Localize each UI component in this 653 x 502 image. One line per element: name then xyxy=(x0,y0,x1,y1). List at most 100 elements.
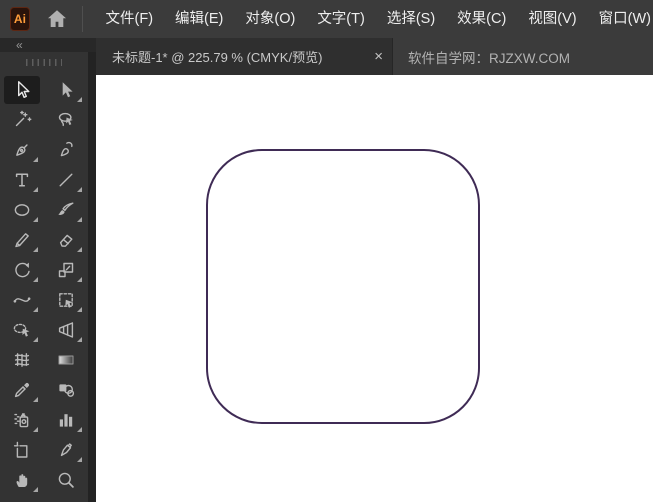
mesh-tool[interactable] xyxy=(4,346,40,374)
flyout-triangle-icon xyxy=(77,277,82,282)
perspective-grid-tool-icon xyxy=(58,322,74,338)
selection-tool[interactable] xyxy=(4,76,40,104)
shape-builder-tool-icon xyxy=(13,323,30,337)
column-graph-tool[interactable] xyxy=(48,406,84,434)
slice-tool[interactable] xyxy=(48,436,84,464)
magic-wand-tool[interactable] xyxy=(4,106,40,134)
watermark-text: 软件自学网：RJZXW.COM xyxy=(408,50,570,66)
tab-bar: 未标题-1* @ 225.79 % (CMYK/预览) × 软件自学网：RJZX… xyxy=(96,38,653,75)
home-icon xyxy=(47,10,66,27)
menu-item-3[interactable]: 文字(T) xyxy=(315,0,367,38)
type-tool-icon xyxy=(15,173,29,187)
free-transform-tool-icon xyxy=(59,293,73,308)
magic-wand-tool-icon xyxy=(15,110,32,127)
width-tool-icon xyxy=(13,297,31,303)
eraser-tool-icon xyxy=(59,234,73,247)
direct-selection-tool[interactable] xyxy=(48,76,84,104)
flyout-triangle-icon xyxy=(77,217,82,222)
document-tab[interactable]: 未标题-1* @ 225.79 % (CMYK/预览) × xyxy=(96,38,393,75)
ellipse-tool[interactable] xyxy=(4,196,40,224)
artboard-tool[interactable] xyxy=(4,436,40,464)
column-graph-tool-icon xyxy=(59,414,73,427)
drag-dots-icon xyxy=(26,58,62,66)
menu-items: 文件(F) 编辑(E) 对象(O) 文字(T) 选择(S) 效果(C) 视图(V) 窗口(W) xyxy=(104,0,653,38)
zoom-tool[interactable] xyxy=(48,466,84,494)
panel-drag-handle[interactable] xyxy=(0,52,88,72)
flyout-triangle-icon xyxy=(33,427,38,432)
flyout-triangle-icon xyxy=(33,487,38,492)
tools-panel: « xyxy=(0,38,96,502)
gradient-tool[interactable] xyxy=(48,346,84,374)
zoom-tool-icon xyxy=(58,472,74,488)
shaper-tool[interactable] xyxy=(4,226,40,254)
scale-tool[interactable] xyxy=(48,256,84,284)
hand-tool-icon xyxy=(16,474,28,487)
free-transform-tool[interactable] xyxy=(48,286,84,314)
direct-selection-tool-icon xyxy=(62,82,73,98)
menu-item-0[interactable]: 文件(F) xyxy=(104,0,156,38)
eraser-tool[interactable] xyxy=(48,226,84,254)
eyedropper-tool-icon xyxy=(14,383,29,398)
flyout-triangle-icon xyxy=(33,397,38,402)
rotate-tool[interactable] xyxy=(4,256,40,284)
width-tool[interactable] xyxy=(4,286,40,314)
menubar-separator xyxy=(81,6,83,32)
lasso-tool-icon xyxy=(58,112,73,127)
ai-logo: Ai xyxy=(10,7,30,31)
gradient-tool-icon xyxy=(58,355,74,365)
tools-panel-header: « xyxy=(0,38,96,52)
curvature-tool[interactable] xyxy=(48,136,84,164)
artboard-tool-icon xyxy=(13,441,28,458)
menu-item-7[interactable]: 窗口(W) xyxy=(597,0,653,38)
flyout-triangle-icon xyxy=(77,457,82,462)
paintbrush-tool[interactable] xyxy=(48,196,84,224)
blend-tool[interactable] xyxy=(48,376,84,404)
menu-item-1[interactable]: 编辑(E) xyxy=(173,0,225,38)
type-tool[interactable] xyxy=(4,166,40,194)
pen-tool-icon xyxy=(16,144,28,156)
tool-grid xyxy=(0,75,88,495)
flyout-triangle-icon xyxy=(33,307,38,312)
menubar: Ai 文件(F) 编辑(E) 对象(O) 文字(T) 选择(S) 效果(C) 视图(V) 窗口… xyxy=(0,0,653,38)
curvature-tool-icon xyxy=(60,141,73,157)
rotate-tool-icon xyxy=(15,262,30,278)
flyout-triangle-icon xyxy=(77,427,82,432)
perspective-grid-tool[interactable] xyxy=(48,316,84,344)
flyout-triangle-icon xyxy=(77,337,82,342)
canvas-artboard[interactable] xyxy=(96,75,653,502)
flyout-triangle-icon xyxy=(77,247,82,252)
lasso-tool[interactable] xyxy=(48,106,84,134)
close-icon[interactable]: × xyxy=(374,49,383,64)
menu-item-4[interactable]: 选择(S) xyxy=(385,0,437,38)
hand-tool[interactable] xyxy=(4,466,40,494)
paintbrush-tool-icon xyxy=(58,202,74,215)
flyout-triangle-icon xyxy=(33,277,38,282)
shaper-tool-icon xyxy=(15,233,29,248)
flyout-triangle-icon xyxy=(77,187,82,192)
flyout-triangle-icon xyxy=(77,307,82,312)
scale-tool-icon xyxy=(58,262,74,278)
rounded-rectangle-shape[interactable] xyxy=(206,149,480,424)
symbol-sprayer-tool[interactable] xyxy=(4,406,40,434)
home-button[interactable] xyxy=(45,7,69,31)
line-segment-tool[interactable] xyxy=(48,166,84,194)
slice-tool-icon xyxy=(60,443,72,457)
menu-item-5[interactable]: 效果(C) xyxy=(455,0,508,38)
selection-tool-icon xyxy=(18,81,30,98)
mesh-tool-icon xyxy=(14,353,30,367)
flyout-triangle-icon xyxy=(33,337,38,342)
flyout-triangle-icon xyxy=(33,157,38,162)
flyout-triangle-icon xyxy=(77,97,82,102)
shape-builder-tool[interactable] xyxy=(4,316,40,344)
eyedropper-tool[interactable] xyxy=(4,376,40,404)
pen-tool[interactable] xyxy=(4,136,40,164)
menu-item-2[interactable]: 对象(O) xyxy=(243,0,297,38)
flyout-triangle-icon xyxy=(33,187,38,192)
symbol-sprayer-tool-icon xyxy=(14,413,29,428)
menu-item-6[interactable]: 视图(V) xyxy=(526,0,578,38)
chevrons-left-icon[interactable]: « xyxy=(16,39,23,51)
blend-tool-icon xyxy=(59,384,75,397)
flyout-triangle-icon xyxy=(33,217,38,222)
tools-panel-body xyxy=(0,52,88,502)
ellipse-tool-icon xyxy=(14,204,30,216)
